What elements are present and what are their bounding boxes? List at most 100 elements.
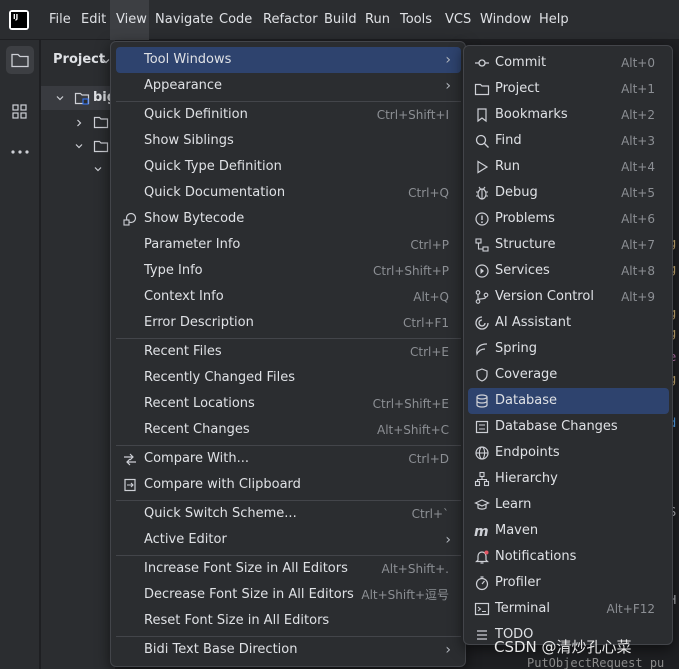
- tool-window-terminal[interactable]: Terminal Alt+F12: [468, 596, 669, 622]
- tool-window-run[interactable]: Run Alt+4: [468, 154, 669, 180]
- menu-build[interactable]: Build: [320, 0, 361, 40]
- menu-item-label: Spring: [495, 341, 537, 356]
- project-panel-title[interactable]: Project: [53, 52, 105, 67]
- menu-edit[interactable]: Edit: [76, 0, 111, 40]
- menu-item-show-siblings[interactable]: Show Siblings: [116, 128, 461, 154]
- menu-run[interactable]: Run: [361, 0, 394, 40]
- menu-code[interactable]: Code: [215, 0, 256, 40]
- menu-item-label: Project: [495, 81, 540, 96]
- tool-window-hierarchy[interactable]: Hierarchy: [468, 466, 669, 492]
- tool-window-maven[interactable]: m Maven: [468, 518, 669, 544]
- tool-window-database[interactable]: Database: [468, 388, 669, 414]
- clipboard-compare-icon: [124, 478, 136, 492]
- tool-window-bookmarks[interactable]: Bookmarks Alt+2: [468, 102, 669, 128]
- menu-help[interactable]: Help: [535, 0, 573, 40]
- menu-item-shortcut: Alt+2: [621, 108, 655, 122]
- menu-item-shortcut: Ctrl+D: [408, 452, 449, 466]
- menu-item-recently-changed-files[interactable]: Recently Changed Files: [116, 365, 461, 391]
- chevron-down-icon[interactable]: [74, 141, 84, 151]
- chevron-right-icon[interactable]: [74, 118, 84, 128]
- menu-item-increase-font-size[interactable]: Increase Font Size in All Editors Alt+Sh…: [116, 556, 461, 582]
- tool-window-project[interactable]: Project Alt+1: [468, 76, 669, 102]
- tool-window-learn[interactable]: Learn: [468, 492, 669, 518]
- chevron-down-icon[interactable]: [55, 93, 65, 103]
- menu-item-label: Increase Font Size in All Editors: [144, 561, 348, 576]
- menu-item-bidi-text-direction[interactable]: Bidi Text Base Direction ›: [116, 637, 461, 663]
- menu-item-quick-definition[interactable]: Quick Definition Ctrl+Shift+I: [116, 102, 461, 128]
- menu-item-label: Services: [495, 263, 550, 278]
- tool-window-problems[interactable]: Problems Alt+6: [468, 206, 669, 232]
- tree-row-root[interactable]: big: [41, 86, 115, 110]
- tree-row[interactable]: [41, 110, 115, 134]
- menu-item-recent-locations[interactable]: Recent Locations Ctrl+Shift+E: [116, 391, 461, 417]
- menu-file[interactable]: File: [44, 0, 76, 40]
- tool-window-database-changes[interactable]: Database Changes: [468, 414, 669, 440]
- menu-item-shortcut: Ctrl+E: [410, 345, 449, 359]
- menu-item-quick-switch-scheme[interactable]: Quick Switch Scheme... Ctrl+`: [116, 501, 461, 527]
- menu-item-parameter-info[interactable]: Parameter Info Ctrl+P: [116, 232, 461, 258]
- tree-row[interactable]: [41, 158, 115, 182]
- tool-window-ai-assistant[interactable]: AI Assistant: [468, 310, 669, 336]
- tool-window-debug[interactable]: Debug Alt+5: [468, 180, 669, 206]
- tool-window-structure[interactable]: Structure Alt+7: [468, 232, 669, 258]
- menu-item-active-editor[interactable]: Active Editor ›: [116, 527, 461, 553]
- tool-window-find[interactable]: Find Alt+3: [468, 128, 669, 154]
- menu-item-shortcut: Ctrl+`: [411, 507, 449, 521]
- menu-window[interactable]: Window: [476, 0, 535, 40]
- tool-window-notifications[interactable]: Notifications: [468, 544, 669, 570]
- tool-window-commit[interactable]: Commit Alt+0: [468, 50, 669, 76]
- database-icon: [476, 394, 488, 408]
- tool-window-profiler[interactable]: Profiler: [468, 570, 669, 596]
- ai-assistant-icon: [475, 316, 489, 330]
- tool-window-coverage[interactable]: Coverage: [468, 362, 669, 388]
- more-tools-button[interactable]: [6, 138, 34, 166]
- menu-refactor[interactable]: Refactor: [259, 0, 322, 40]
- menu-item-recent-files[interactable]: Recent Files Ctrl+E: [116, 339, 461, 365]
- menu-item-shortcut: Ctrl+Q: [408, 186, 449, 200]
- menu-navigate[interactable]: Navigate: [151, 0, 217, 40]
- tool-window-version-control[interactable]: Version Control Alt+9: [468, 284, 669, 310]
- menu-item-decrease-font-size[interactable]: Decrease Font Size in All Editors Alt+Sh…: [116, 582, 461, 608]
- bytecode-icon: [123, 212, 137, 226]
- chevron-down-icon[interactable]: [93, 164, 103, 174]
- menu-item-label: Decrease Font Size in All Editors: [144, 587, 354, 602]
- learn-icon: [474, 499, 490, 510]
- tree-row[interactable]: [41, 134, 115, 158]
- menu-item-shortcut: Ctrl+F1: [403, 316, 449, 330]
- menu-item-shortcut: Alt+F12: [606, 602, 655, 616]
- debug-icon: [476, 186, 488, 200]
- menu-item-type-info[interactable]: Type Info Ctrl+Shift+P: [116, 258, 461, 284]
- menu-item-label: Bookmarks: [495, 107, 568, 122]
- menu-item-label: Appearance: [144, 78, 223, 93]
- menu-item-label: Error Description: [144, 315, 254, 330]
- menu-item-quick-type-definition[interactable]: Quick Type Definition: [116, 154, 461, 180]
- menu-item-compare-with[interactable]: Compare With... Ctrl+D: [116, 446, 461, 472]
- tool-window-services[interactable]: Services Alt+8: [468, 258, 669, 284]
- menu-item-appearance[interactable]: Appearance ›: [116, 73, 461, 99]
- folder-icon: [93, 116, 109, 129]
- menu-item-recent-changes[interactable]: Recent Changes Alt+Shift+C: [116, 417, 461, 443]
- tool-window-spring[interactable]: Spring: [468, 336, 669, 362]
- menu-vcs[interactable]: VCS: [441, 0, 475, 40]
- menu-item-error-description[interactable]: Error Description Ctrl+F1: [116, 310, 461, 336]
- menu-tools[interactable]: Tools: [396, 0, 436, 40]
- menu-item-compare-with-clipboard[interactable]: Compare with Clipboard: [116, 472, 461, 498]
- menu-item-show-bytecode[interactable]: Show Bytecode: [116, 206, 461, 232]
- menu-item-shortcut: Alt+8: [621, 264, 655, 278]
- menu-view[interactable]: View: [110, 0, 149, 40]
- project-tool-button[interactable]: [6, 46, 34, 74]
- menu-item-label: Bidi Text Base Direction: [144, 642, 298, 657]
- menu-item-shortcut: Alt+6: [621, 212, 655, 226]
- menu-item-reset-font-size[interactable]: Reset Font Size in All Editors: [116, 608, 461, 634]
- menu-item-shortcut: Ctrl+Shift+I: [376, 108, 449, 122]
- structure-tool-button[interactable]: [6, 98, 34, 126]
- intellij-logo-icon[interactable]: IJ: [9, 10, 29, 30]
- menu-item-label: Terminal: [495, 601, 550, 616]
- menu-item-tool-windows[interactable]: Tool Windows ›: [116, 47, 461, 73]
- menu-item-quick-documentation[interactable]: Quick Documentation Ctrl+Q: [116, 180, 461, 206]
- menu-item-shortcut: Alt+Shift+C: [376, 423, 449, 437]
- menu-item-context-info[interactable]: Context Info Alt+Q: [116, 284, 461, 310]
- menu-item-shortcut: Ctrl+Shift+E: [372, 397, 449, 411]
- tool-window-endpoints[interactable]: Endpoints: [468, 440, 669, 466]
- logo-text: IJ: [11, 12, 27, 28]
